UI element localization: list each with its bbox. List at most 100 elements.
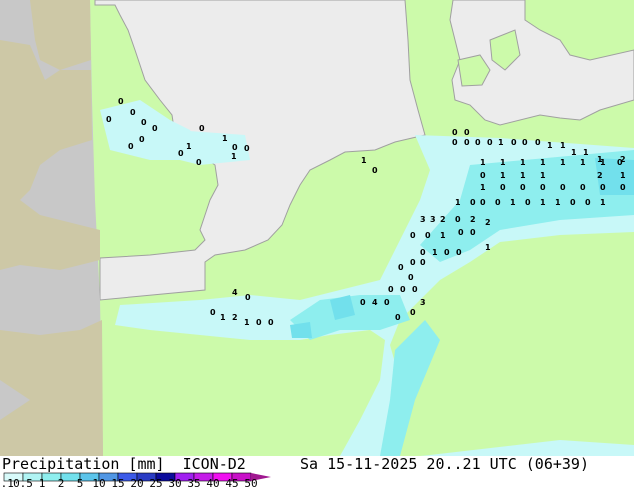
point-value-label: 0	[420, 248, 426, 257]
point-value-label: 0	[232, 143, 238, 152]
point-value-label: 0	[511, 138, 517, 147]
point-value-label: 1	[580, 158, 586, 167]
colorbar-tick-label: 0.1	[0, 477, 14, 490]
point-value-label: 0	[178, 149, 184, 158]
colorbar-tick-label: 15	[111, 477, 125, 490]
point-value-label: 0	[475, 138, 481, 147]
point-value-label: 1	[540, 198, 546, 207]
point-value-label: 0	[410, 231, 416, 240]
point-value-label: 4	[372, 298, 378, 307]
point-value-label: 0	[384, 298, 390, 307]
point-value-label: 1	[540, 171, 546, 180]
point-value-label: 0	[244, 144, 250, 153]
point-value-label: 0	[444, 248, 450, 257]
point-value-label: 0	[410, 258, 416, 267]
point-value-label: 0	[540, 183, 546, 192]
point-value-label: 0	[360, 298, 366, 307]
point-value-label: 1	[498, 138, 504, 147]
point-value-label: 0	[456, 248, 462, 257]
colorbar-tick-label: 45	[225, 477, 239, 490]
point-value-label: 1	[500, 171, 506, 180]
point-value-label: 0	[500, 183, 506, 192]
point-value-label: 0	[425, 231, 431, 240]
point-value-label: 1	[480, 183, 486, 192]
point-value-label: 4	[232, 288, 238, 297]
point-value-label: 3	[420, 298, 426, 307]
point-value-label: 0	[128, 142, 134, 151]
colorbar-tick-label: 2	[57, 477, 65, 490]
colorbar-tick-label: 35	[187, 477, 201, 490]
colorbar-tick-label: 0.5	[13, 477, 33, 490]
colorbar-tick-label: 40	[206, 477, 220, 490]
point-value-label: 0	[522, 138, 528, 147]
point-value-label: 2	[232, 313, 238, 322]
point-value-label: 0	[400, 285, 406, 294]
point-value-label: 0	[620, 183, 626, 192]
point-value-label: 0	[570, 198, 576, 207]
point-value-label: 0	[480, 198, 486, 207]
point-value-label: 0	[560, 183, 566, 192]
point-value-label: 0	[420, 258, 426, 267]
point-value-label: 0	[408, 273, 414, 282]
point-value-label: 0	[495, 198, 501, 207]
map-canvas: 000000010 001100 100 00 0 0 0 1 0 0 0 1 11 11 21 1 1 1 1 1 1…	[0, 0, 634, 456]
point-value-label: 0	[410, 308, 416, 317]
point-value-label: 1	[361, 156, 367, 165]
point-value-label: 1	[555, 198, 561, 207]
point-value-label: 0	[487, 138, 493, 147]
point-value-label: 0	[141, 118, 147, 127]
point-value-label: 0	[464, 128, 470, 137]
point-value-label: 1	[510, 198, 516, 207]
point-value-label: 0	[199, 124, 205, 133]
point-value-label: 0	[455, 215, 461, 224]
point-value-label: 2	[597, 171, 603, 180]
point-value-label: 1	[540, 158, 546, 167]
point-value-label: 0	[152, 124, 158, 133]
point-value-label: 0	[470, 228, 476, 237]
point-value-label: 1	[520, 158, 526, 167]
point-value-label: 1	[231, 152, 237, 161]
point-value-label: 0	[452, 138, 458, 147]
point-value-label: 1	[560, 158, 566, 167]
point-value-label: 1	[432, 248, 438, 257]
point-value-label: 0	[464, 138, 470, 147]
point-value-label: 0	[480, 171, 486, 180]
colorbar-tick-label: 5	[76, 477, 84, 490]
point-value-label: 1	[583, 148, 589, 157]
point-value-label: 0	[130, 108, 136, 117]
point-value-label: 0	[580, 183, 586, 192]
point-value-label: 2	[470, 215, 476, 224]
point-value-label: 0	[525, 198, 531, 207]
point-value-label: 2	[440, 215, 446, 224]
point-value-label: 0	[520, 183, 526, 192]
point-value-label: 1	[222, 134, 228, 143]
point-value-label: 1	[620, 171, 626, 180]
point-value-label: 0	[600, 183, 606, 192]
colorbar-tick-label: 25	[149, 477, 163, 490]
colorbar-tick-label: 1	[38, 477, 46, 490]
point-value-label: 0	[106, 115, 112, 124]
point-value-label: 0	[398, 263, 404, 272]
colorbar-tick-label: 30	[168, 477, 182, 490]
point-value-label: 1	[455, 198, 461, 207]
point-value-label: 0	[585, 198, 591, 207]
point-value-label: 0	[139, 135, 145, 144]
point-value-label: 0	[470, 198, 476, 207]
point-value-label: 0	[535, 138, 541, 147]
point-value-label: 0	[395, 313, 401, 322]
point-value-label: 1	[600, 158, 606, 167]
point-value-label: 1	[500, 158, 506, 167]
precipitation-map-chart: 0000000100011001000000010001111121111111…	[0, 0, 634, 490]
colorbar-tick-label: 20	[130, 477, 144, 490]
point-value-label: 1	[480, 158, 486, 167]
colorbar-tick-label: 50	[244, 477, 258, 490]
point-value-label: 0	[458, 228, 464, 237]
point-value-label: 2	[485, 218, 491, 227]
point-value-label: 1	[186, 142, 192, 151]
point-value-label: 1	[560, 141, 566, 150]
point-value-label: 0	[372, 166, 378, 175]
point-value-label: 1	[485, 243, 491, 252]
point-value-label: 1	[440, 231, 446, 240]
point-value-label: 1	[600, 198, 606, 207]
valid-time: Sa 15-11-2025 20..21 UTC (06+39)	[300, 455, 589, 473]
